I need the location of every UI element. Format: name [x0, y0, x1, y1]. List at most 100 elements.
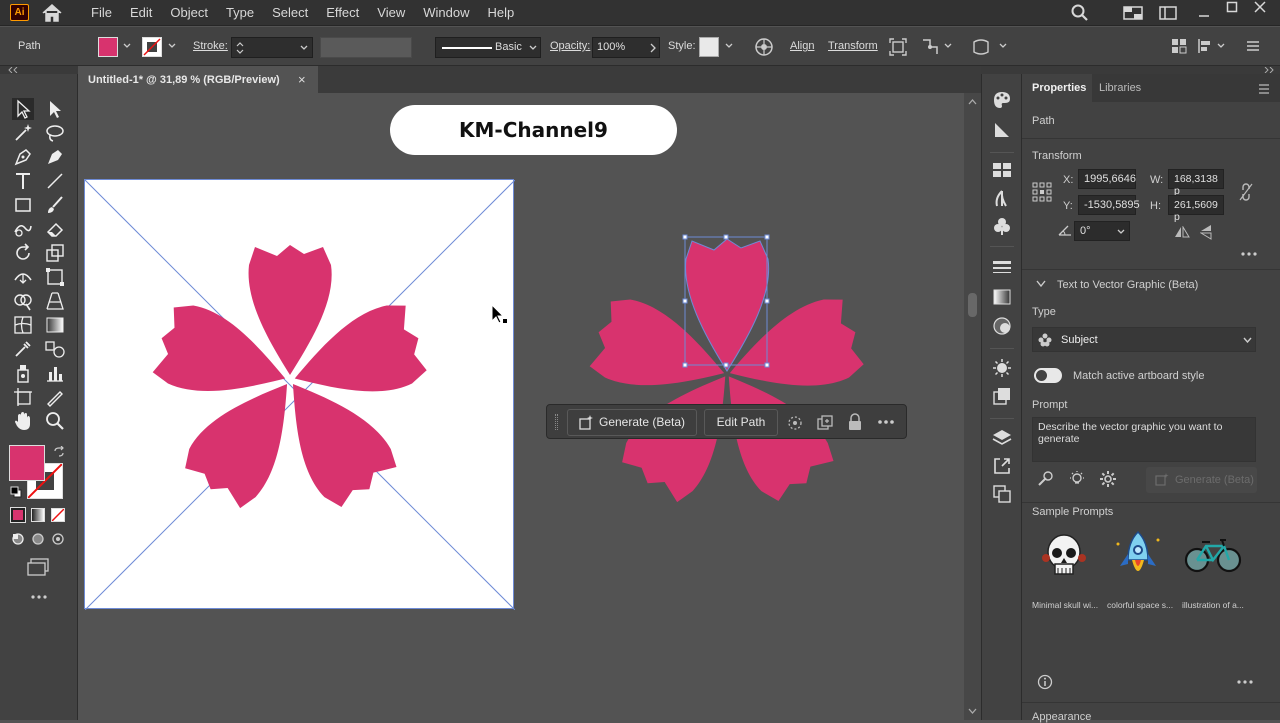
- recolor-artwork-icon[interactable]: [754, 37, 774, 57]
- workspace-icon[interactable]: [1159, 6, 1177, 20]
- menu-select[interactable]: Select: [263, 0, 317, 26]
- swap-fill-stroke-icon[interactable]: [53, 446, 65, 458]
- menu-help[interactable]: Help: [478, 0, 523, 26]
- style-picker-icon[interactable]: [1036, 470, 1054, 488]
- y-position-field[interactable]: -1530,5895: [1078, 195, 1140, 215]
- artboard-flower[interactable]: [85, 180, 515, 610]
- lasso-tool-icon[interactable]: [44, 122, 66, 144]
- skull-sample-image[interactable]: [1038, 530, 1090, 582]
- match-style-toggle[interactable]: [1034, 368, 1062, 383]
- shape-builder-tool-icon[interactable]: [12, 290, 34, 312]
- eyedropper-tool-icon[interactable]: [12, 338, 34, 360]
- graphic-style-swatch[interactable]: [699, 37, 719, 57]
- menu-edit[interactable]: Edit: [121, 0, 161, 26]
- menu-file[interactable]: File: [82, 0, 121, 26]
- artboard[interactable]: [84, 179, 515, 610]
- artboards-icon[interactable]: [992, 484, 1012, 504]
- align-link[interactable]: Align: [790, 40, 814, 52]
- rectangle-tool-icon[interactable]: [12, 194, 34, 216]
- menu-view[interactable]: View: [368, 0, 414, 26]
- perspective-grid-tool-icon[interactable]: [44, 290, 66, 312]
- selected-flower[interactable]: [588, 233, 878, 503]
- close-tab-icon[interactable]: ×: [298, 72, 306, 87]
- zoom-tool-icon[interactable]: [44, 410, 66, 432]
- chevron-down-icon[interactable]: [168, 43, 176, 49]
- rotate-angle-field[interactable]: 0°: [1074, 221, 1130, 241]
- maximize-icon[interactable]: [1226, 1, 1238, 13]
- symbol-sprayer-tool-icon[interactable]: [12, 362, 34, 384]
- menu-effect[interactable]: Effect: [317, 0, 368, 26]
- stroke-weight-field[interactable]: [231, 37, 313, 58]
- free-transform-tool-icon[interactable]: [44, 266, 66, 288]
- default-fill-stroke-icon[interactable]: [10, 486, 22, 498]
- collapse-left-icon[interactable]: [8, 67, 18, 73]
- screen-mode-icon[interactable]: [26, 558, 50, 576]
- recolor-palette-icon[interactable]: [992, 90, 1012, 110]
- duplicate-icon[interactable]: [816, 414, 834, 432]
- lock-icon[interactable]: [847, 413, 863, 431]
- gradient-panel-icon[interactable]: [992, 288, 1012, 306]
- chevron-down-icon[interactable]: [999, 43, 1007, 49]
- scale-tool-icon[interactable]: [44, 242, 66, 264]
- menu-object[interactable]: Object: [161, 0, 217, 26]
- none-mode-icon[interactable]: [51, 508, 65, 522]
- type-dropdown[interactable]: Subject: [1032, 327, 1256, 352]
- vertical-scrollbar[interactable]: [964, 93, 981, 720]
- image-trace-icon[interactable]: [992, 120, 1012, 140]
- draw-behind-icon[interactable]: [31, 532, 45, 546]
- more-transform-options-icon[interactable]: [1241, 251, 1257, 257]
- chevron-down-icon[interactable]: [1217, 43, 1225, 49]
- stroke-panel-icon[interactable]: [992, 260, 1012, 276]
- x-position-field[interactable]: 1995,6646: [1078, 169, 1136, 189]
- panel-options-icon[interactable]: [1258, 84, 1270, 94]
- width-field[interactable]: 168,3138 p: [1168, 169, 1224, 197]
- symbols-icon[interactable]: [992, 216, 1012, 236]
- slice-tool-icon[interactable]: [44, 386, 66, 408]
- appearance-icon[interactable]: [992, 358, 1012, 378]
- line-segment-tool-icon[interactable]: [44, 170, 66, 192]
- scroll-down-icon[interactable]: [968, 708, 977, 714]
- stroke-color-swatch[interactable]: [142, 37, 162, 57]
- arrange-documents-icon[interactable]: [1123, 6, 1143, 20]
- hand-tool-icon[interactable]: [12, 410, 34, 432]
- tab-properties[interactable]: Properties: [1022, 74, 1092, 102]
- export-icon[interactable]: [992, 456, 1012, 476]
- generate-beta-panel-button[interactable]: Generate (Beta): [1146, 467, 1257, 493]
- align-options-icon[interactable]: [1197, 38, 1213, 54]
- collapse-right-icon[interactable]: [1264, 67, 1274, 73]
- puppet-warp-icon[interactable]: [920, 37, 940, 57]
- info-icon[interactable]: [1037, 674, 1053, 690]
- height-field[interactable]: 261,5609 p: [1168, 195, 1224, 223]
- mesh-tool-icon[interactable]: [12, 314, 34, 336]
- column-graph-tool-icon[interactable]: [44, 362, 66, 384]
- fill-color-box[interactable]: [9, 445, 45, 481]
- gradient-tool-icon[interactable]: [44, 314, 66, 336]
- opacity-label[interactable]: Opacity:: [550, 40, 590, 52]
- scroll-up-icon[interactable]: [968, 99, 977, 105]
- type-tool-icon[interactable]: [12, 170, 34, 192]
- bicycle-sample-image[interactable]: [1184, 536, 1242, 576]
- swatches-icon[interactable]: [992, 162, 1012, 178]
- rotate-tool-icon[interactable]: [12, 242, 34, 264]
- pen-tool-icon[interactable]: [12, 146, 34, 168]
- sample-prompt-2[interactable]: colorful space s...: [1107, 600, 1173, 610]
- drag-handle[interactable]: [555, 414, 558, 430]
- selection-tool-icon[interactable]: [12, 98, 34, 120]
- settings-gear-icon[interactable]: [1099, 470, 1117, 488]
- draw-normal-icon[interactable]: [11, 532, 25, 546]
- chevron-down-icon[interactable]: [944, 43, 952, 49]
- section-collapse-icon[interactable]: [1036, 280, 1046, 288]
- reference-point-icon[interactable]: [1032, 182, 1052, 202]
- constrain-proportions-icon[interactable]: [1238, 183, 1254, 201]
- chevron-down-icon[interactable]: [123, 43, 131, 49]
- simplify-path-icon[interactable]: [786, 414, 804, 432]
- home-icon[interactable]: [41, 3, 63, 23]
- panel-menu-icon[interactable]: [1246, 39, 1260, 53]
- search-icon[interactable]: [1071, 4, 1089, 22]
- sample-prompt-3[interactable]: illustration of a...: [1182, 600, 1244, 610]
- artboard-tool-icon[interactable]: [12, 386, 34, 408]
- variable-width-profile[interactable]: [320, 37, 412, 58]
- menu-type[interactable]: Type: [217, 0, 263, 26]
- flip-horizontal-icon[interactable]: [1174, 226, 1190, 238]
- fill-color-swatch[interactable]: [98, 37, 118, 57]
